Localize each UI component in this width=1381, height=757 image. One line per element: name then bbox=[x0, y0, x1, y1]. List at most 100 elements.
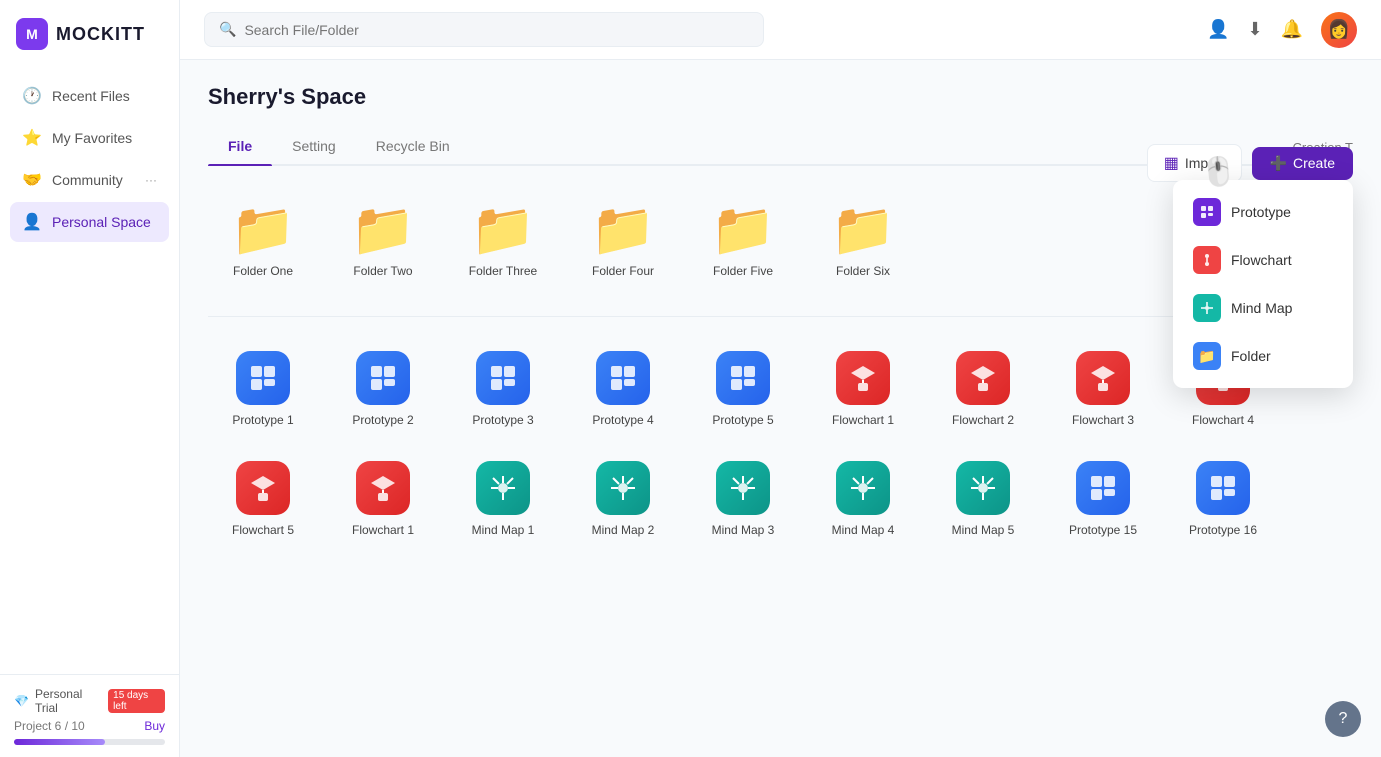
file-item-flowchart-3[interactable]: Flowchart 3 bbox=[1048, 337, 1158, 437]
file-item-prototype-3[interactable]: Prototype 3 bbox=[448, 337, 558, 437]
folder-icon: 📁 bbox=[471, 204, 536, 256]
file-name: Flowchart 4 bbox=[1192, 413, 1254, 427]
file-item-prototype-16[interactable]: Prototype 16 bbox=[1168, 447, 1278, 547]
project-label: Project 6 / 10 Buy bbox=[14, 719, 165, 733]
download-icon[interactable]: ⬇ bbox=[1247, 19, 1262, 40]
folder-item-folder-six[interactable]: 📁 Folder Six bbox=[808, 190, 918, 288]
file-icon-flowchart bbox=[236, 461, 290, 515]
tab-setting[interactable]: Setting bbox=[272, 130, 356, 164]
file-icon-mindmap bbox=[956, 461, 1010, 515]
community-icon: 🤝 bbox=[22, 170, 42, 190]
header: 🔍 👤 ⬇ 🔔 👩 bbox=[180, 0, 1381, 60]
clock-icon: 🕐 bbox=[22, 86, 42, 106]
file-icon-mindmap bbox=[596, 461, 650, 515]
search-bar[interactable]: 🔍 bbox=[204, 12, 764, 47]
content-area: Sherry's Space File Setting Recycle Bin … bbox=[180, 60, 1381, 757]
person-icon: 👤 bbox=[22, 212, 42, 232]
file-item-mindmap-3[interactable]: Mind Map 3 bbox=[688, 447, 798, 547]
flowchart-dropdown-icon bbox=[1193, 246, 1221, 274]
file-icon-flowchart bbox=[956, 351, 1010, 405]
file-name: Flowchart 1 bbox=[352, 523, 414, 537]
dropdown-mindmap[interactable]: Mind Map bbox=[1181, 284, 1345, 332]
folder-item-folder-four[interactable]: 📁 Folder Four bbox=[568, 190, 678, 288]
main-content: 🔍 👤 ⬇ 🔔 👩 Sherry's Space File Setting Re… bbox=[180, 0, 1381, 757]
file-item-flowchart-1[interactable]: Flowchart 1 bbox=[808, 337, 918, 437]
folder-icon: 📁 bbox=[831, 204, 896, 256]
folder-item-folder-two[interactable]: 📁 Folder Two bbox=[328, 190, 438, 288]
file-name: Flowchart 3 bbox=[1072, 413, 1134, 427]
sidebar-item-label: Community bbox=[52, 172, 123, 188]
logo-area: M MOCKITT bbox=[0, 0, 179, 68]
dropdown-prototype[interactable]: Prototype bbox=[1181, 188, 1345, 236]
search-input[interactable] bbox=[244, 22, 749, 38]
create-button[interactable]: ➕ Create bbox=[1252, 147, 1353, 180]
file-item-flowchart-2[interactable]: Flowchart 2 bbox=[928, 337, 1038, 437]
file-icon-prototype bbox=[476, 351, 530, 405]
sidebar-item-label: My Favorites bbox=[52, 130, 132, 146]
trial-label: 💎 Personal Trial 15 days left bbox=[14, 687, 165, 715]
file-item-prototype-5[interactable]: Prototype 5 bbox=[688, 337, 798, 437]
file-item-mindmap-4[interactable]: Mind Map 4 bbox=[808, 447, 918, 547]
file-item-mindmap-2[interactable]: Mind Map 2 bbox=[568, 447, 678, 547]
file-item-mindmap-5[interactable]: Mind Map 5 bbox=[928, 447, 1038, 547]
file-name: Prototype 16 bbox=[1189, 523, 1257, 537]
file-icon-prototype bbox=[356, 351, 410, 405]
sidebar-item-community[interactable]: 🤝 Community ··· bbox=[10, 160, 169, 200]
folder-icon: 📁 bbox=[591, 204, 656, 256]
avatar[interactable]: 👩 bbox=[1321, 12, 1357, 48]
folder-icon: 📁 bbox=[351, 204, 416, 256]
file-name: Prototype 4 bbox=[592, 413, 653, 427]
file-name: Prototype 15 bbox=[1069, 523, 1137, 537]
file-item-prototype-2[interactable]: Prototype 2 bbox=[328, 337, 438, 437]
dropdown-prototype-label: Prototype bbox=[1231, 204, 1291, 220]
import-button[interactable]: ▦ Import bbox=[1147, 144, 1242, 182]
file-item-prototype-15[interactable]: Prototype 15 bbox=[1048, 447, 1158, 547]
community-arrow: ··· bbox=[145, 173, 157, 187]
file-name: Flowchart 1 bbox=[832, 413, 894, 427]
sidebar-item-my-favorites[interactable]: ⭐ My Favorites bbox=[10, 118, 169, 158]
file-icon-prototype bbox=[596, 351, 650, 405]
sidebar-bottom: 💎 Personal Trial 15 days left Project 6 … bbox=[0, 674, 179, 757]
file-name: Prototype 5 bbox=[712, 413, 773, 427]
folder-item-folder-one[interactable]: 📁 Folder One bbox=[208, 190, 318, 288]
page-title: Sherry's Space bbox=[208, 84, 1353, 110]
sidebar-item-recent-files[interactable]: 🕐 Recent Files bbox=[10, 76, 169, 116]
tab-recycle-bin[interactable]: Recycle Bin bbox=[356, 130, 470, 164]
folder-item-folder-five[interactable]: 📁 Folder Five bbox=[688, 190, 798, 288]
star-icon: ⭐ bbox=[22, 128, 42, 148]
app-logo: M bbox=[16, 18, 48, 50]
file-name: Prototype 2 bbox=[352, 413, 413, 427]
help-button[interactable]: ? bbox=[1325, 701, 1361, 737]
folder-name: Folder Six bbox=[836, 264, 890, 278]
sidebar-item-personal-space[interactable]: 👤 Personal Space bbox=[10, 202, 169, 242]
create-plus-icon: ➕ bbox=[1270, 155, 1287, 172]
file-icon-prototype bbox=[236, 351, 290, 405]
file-name: Mind Map 5 bbox=[952, 523, 1015, 537]
notification-icon[interactable]: 🔔 bbox=[1281, 19, 1303, 40]
sidebar: M MOCKITT 🕐 Recent Files ⭐ My Favorites … bbox=[0, 0, 180, 757]
file-item-prototype-4[interactable]: Prototype 4 bbox=[568, 337, 678, 437]
file-item-flowchart-1b[interactable]: Flowchart 1 bbox=[328, 447, 438, 547]
file-item-flowchart-5[interactable]: Flowchart 5 bbox=[208, 447, 318, 547]
file-item-prototype-1[interactable]: Prototype 1 bbox=[208, 337, 318, 437]
folder-item-folder-three[interactable]: 📁 Folder Three bbox=[448, 190, 558, 288]
header-icons: 👤 ⬇ 🔔 👩 bbox=[1207, 12, 1357, 48]
dropdown-flowchart[interactable]: Flowchart bbox=[1181, 236, 1345, 284]
folder-dropdown-icon: 📁 bbox=[1193, 342, 1221, 370]
profile-icon[interactable]: 👤 bbox=[1207, 19, 1229, 40]
tab-file[interactable]: File bbox=[208, 130, 272, 164]
folder-name: Folder Four bbox=[592, 264, 654, 278]
file-icon-prototype bbox=[1196, 461, 1250, 515]
search-icon: 🔍 bbox=[219, 21, 236, 38]
file-icon-flowchart bbox=[836, 351, 890, 405]
trial-badge: 15 days left bbox=[108, 689, 165, 713]
folder-icon: 📁 bbox=[711, 204, 776, 256]
dropdown-folder[interactable]: 📁 Folder bbox=[1181, 332, 1345, 380]
file-item-mindmap-1[interactable]: Mind Map 1 bbox=[448, 447, 558, 547]
file-icon-mindmap bbox=[716, 461, 770, 515]
file-icon-flowchart bbox=[356, 461, 410, 515]
progress-fill bbox=[14, 739, 105, 745]
folder-name: Folder Three bbox=[469, 264, 537, 278]
buy-button[interactable]: Buy bbox=[144, 719, 165, 733]
sidebar-item-label: Recent Files bbox=[52, 88, 130, 104]
